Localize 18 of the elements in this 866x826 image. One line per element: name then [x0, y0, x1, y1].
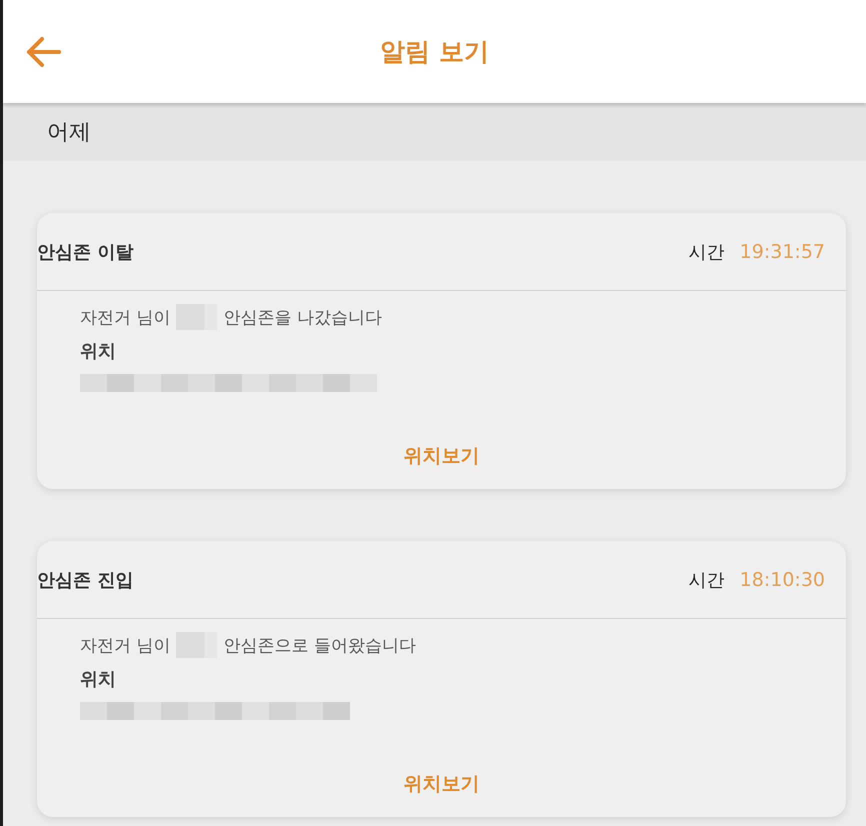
notification-title: 안심존 진입: [37, 568, 134, 592]
back-button[interactable]: [25, 36, 61, 68]
message-text: 안심존을 나갔습니다: [223, 306, 382, 328]
time-value: 18:10:30: [740, 568, 825, 590]
message-text: 자전거 님이: [80, 306, 170, 328]
message-text: 안심존으로 들어왔습니다: [223, 634, 416, 656]
screen-title: 알림 보기: [380, 36, 489, 68]
view-location-button[interactable]: 위치보기: [392, 763, 492, 805]
date-section-label: 어제: [47, 119, 91, 147]
notification-title: 안심존 이탈: [37, 240, 134, 264]
location-label: 위치: [80, 340, 116, 364]
back-arrow-icon: [25, 36, 61, 68]
location-label: 위치: [80, 668, 116, 692]
view-location-button[interactable]: 위치보기: [392, 435, 492, 477]
time-value: 19:31:57: [740, 240, 825, 262]
time-label: 시간: [688, 568, 725, 592]
message-text: 자전거 님이: [80, 634, 170, 656]
time-label: 시간: [688, 240, 725, 264]
